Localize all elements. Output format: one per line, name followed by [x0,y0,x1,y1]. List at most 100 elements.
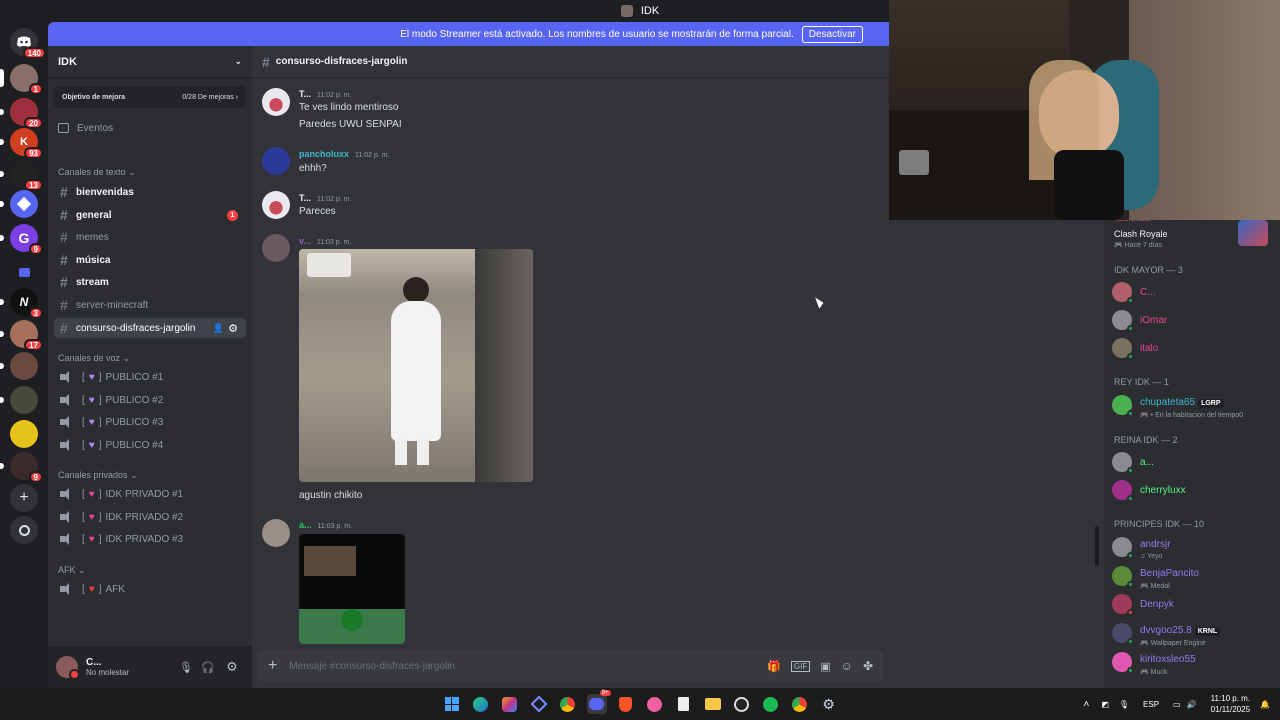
member-item[interactable]: a... [1112,449,1272,475]
server-12[interactable] [10,420,38,448]
microphone-icon[interactable]: 🎙 [1119,700,1129,709]
boost-goal[interactable]: Objetivo de mejora 0/28 De mejoras › [54,86,246,108]
message-composer[interactable]: + Mensaje #consurso-disfraces-jargolin 🎁… [258,650,883,682]
add-server-button[interactable]: + [10,484,38,512]
direct-messages-button[interactable]: 140 [10,28,46,59]
member-item[interactable]: chupateta65 LGRP 🎮 • En la habitacion del … [1112,392,1272,419]
server-idk[interactable]: 1 [0,64,43,95]
member-item[interactable]: andrsjr ♫ Yeyo [1112,534,1272,560]
channel-stream[interactable]: # stream [54,272,246,292]
member-item[interactable]: kiritoxsleo55 🎮 Muck [1112,649,1272,676]
member-item[interactable]: dvvgoo25.8 KRNL 🎮 Wallpaper Engine [1112,620,1272,647]
disable-streamer-button[interactable]: Desactivar [801,25,863,43]
category-voice-channels[interactable]: Canales de voz ⌄ [48,350,140,366]
message-author[interactable]: v... 11:03 p. m. [299,236,351,246]
server-13[interactable]: 9 [0,452,43,483]
member-item[interactable]: cherryluxx [1112,477,1272,503]
server-6[interactable]: G9 [0,224,43,255]
volume-icon[interactable]: 🔊 [1187,700,1197,709]
app-button[interactable] [529,694,549,714]
voice-channel-publico-1[interactable]: [♥] PUBLICO #1 [54,367,246,387]
message-author[interactable]: T... 11:02 p. m. [299,193,352,203]
brave-button[interactable] [616,694,636,714]
microphone-icon[interactable]: 🎙 [176,661,196,674]
language-indicator[interactable]: ESP [1143,700,1159,709]
voice-channel-afk[interactable]: [♥] AFK [54,579,246,599]
image-attachment[interactable] [299,249,533,482]
gift-icon[interactable]: 🎁 [767,660,781,673]
avatar[interactable] [262,234,290,262]
copilot-button[interactable] [500,694,520,714]
message-author[interactable]: pancholuxx 11:02 p. m. [299,149,390,159]
events-item[interactable]: Eventos [58,118,242,138]
channel-musica[interactable]: # música [54,250,246,270]
message-input[interactable]: Mensaje #consurso-disfraces-jargolin [289,661,757,672]
avatar[interactable] [262,88,290,116]
notepad-button[interactable] [674,694,694,714]
invite-icon[interactable]: 👤 [213,323,224,334]
gear-icon[interactable]: ⚙ [220,659,244,675]
member-item[interactable]: iOmar [1112,307,1272,333]
headphones-icon[interactable]: 🎧 [196,661,220,674]
gif-icon[interactable]: GIF [790,660,811,672]
discord-button[interactable]: 9+ [586,690,611,714]
monitor-icon[interactable]: ▭ [1173,700,1181,709]
member-item[interactable]: C... [1112,279,1272,305]
member-item[interactable]: BenjaPancito 🎮 Medal [1112,563,1272,590]
video-attachment[interactable] [299,534,405,644]
server-k[interactable]: K 93 [0,128,43,159]
server-11[interactable] [0,386,38,414]
category-afk[interactable]: AFK ⌄ [48,562,96,578]
server-header[interactable]: IDK ⌄ [48,46,252,78]
spotify-button[interactable] [761,694,781,714]
private-channel-1[interactable]: [♥] IDK PRIVADO #1 [54,484,246,504]
channel-server-minecraft[interactable]: # server-minecraft [54,295,246,315]
voice-channel-publico-4[interactable]: [♥] PUBLICO #4 [54,435,246,455]
avatar[interactable] [56,656,80,680]
sticker-icon[interactable]: ▣ [820,660,830,673]
message-author[interactable]: a... 11:03 p. m. [299,520,352,530]
explore-button[interactable] [10,516,38,544]
edge-button[interactable] [471,694,491,714]
obs-button[interactable] [732,694,752,714]
settings-button[interactable]: ⚙ [819,694,839,714]
apps-icon[interactable]: ✤ [863,659,873,673]
avatar[interactable] [262,191,290,219]
server-8[interactable]: N3 [0,288,43,319]
gear-icon[interactable]: ⚙ [228,322,238,335]
emoji-icon[interactable]: ☺ [841,659,853,673]
folder-button[interactable] [10,258,38,286]
mention-badge: 1 [227,209,238,221]
channel-general[interactable]: # general 1 [54,205,246,225]
tray-app-icon[interactable]: ◩ [1101,700,1109,709]
member-item[interactable]: Denpyk [1112,591,1272,617]
server-4[interactable]: 13 [0,160,43,191]
avatar[interactable] [262,519,290,547]
server-2[interactable]: 20 [0,98,43,129]
server-5[interactable] [0,190,38,218]
scrollbar[interactable] [1095,526,1099,566]
category-text-channels[interactable]: Canales de texto ⌄ [48,164,146,180]
member-item[interactable]: italo [1112,335,1272,361]
voice-channel-publico-3[interactable]: [♥] PUBLICO #3 [54,412,246,432]
private-channel-3[interactable]: [♥] IDK PRIVADO #3 [54,529,246,549]
channel-bienvenidas[interactable]: # bienvenidas [54,182,246,202]
clock[interactable]: 11:10 p. m. 01/11/2025 [1211,693,1250,715]
chrome-profile-button[interactable] [790,694,810,714]
channel-memes[interactable]: # memes [54,227,246,247]
server-9[interactable]: 17 [0,320,43,351]
start-button[interactable] [442,694,462,714]
category-private-channels[interactable]: Canales privados ⌄ [48,467,148,483]
avatar[interactable] [262,147,290,175]
server-10[interactable] [0,352,38,380]
message-author[interactable]: T... 11:02 p. m. [299,89,352,99]
private-channel-2[interactable]: [♥] IDK PRIVADO #2 [54,507,246,527]
chrome-button[interactable] [558,694,578,714]
plus-icon[interactable]: + [268,657,277,675]
chevron-up-icon[interactable]: ˄ [1083,699,1089,710]
voice-channel-publico-2[interactable]: [♥] PUBLICO #2 [54,390,246,410]
file-explorer-button[interactable] [703,694,723,714]
app-pink-button[interactable] [645,694,665,714]
notification-icon[interactable]: 🔔 [1260,700,1270,709]
channel-consurso-disfraces-jargolin[interactable]: # consurso-disfraces-jargolin 👤 ⚙ [54,318,246,338]
